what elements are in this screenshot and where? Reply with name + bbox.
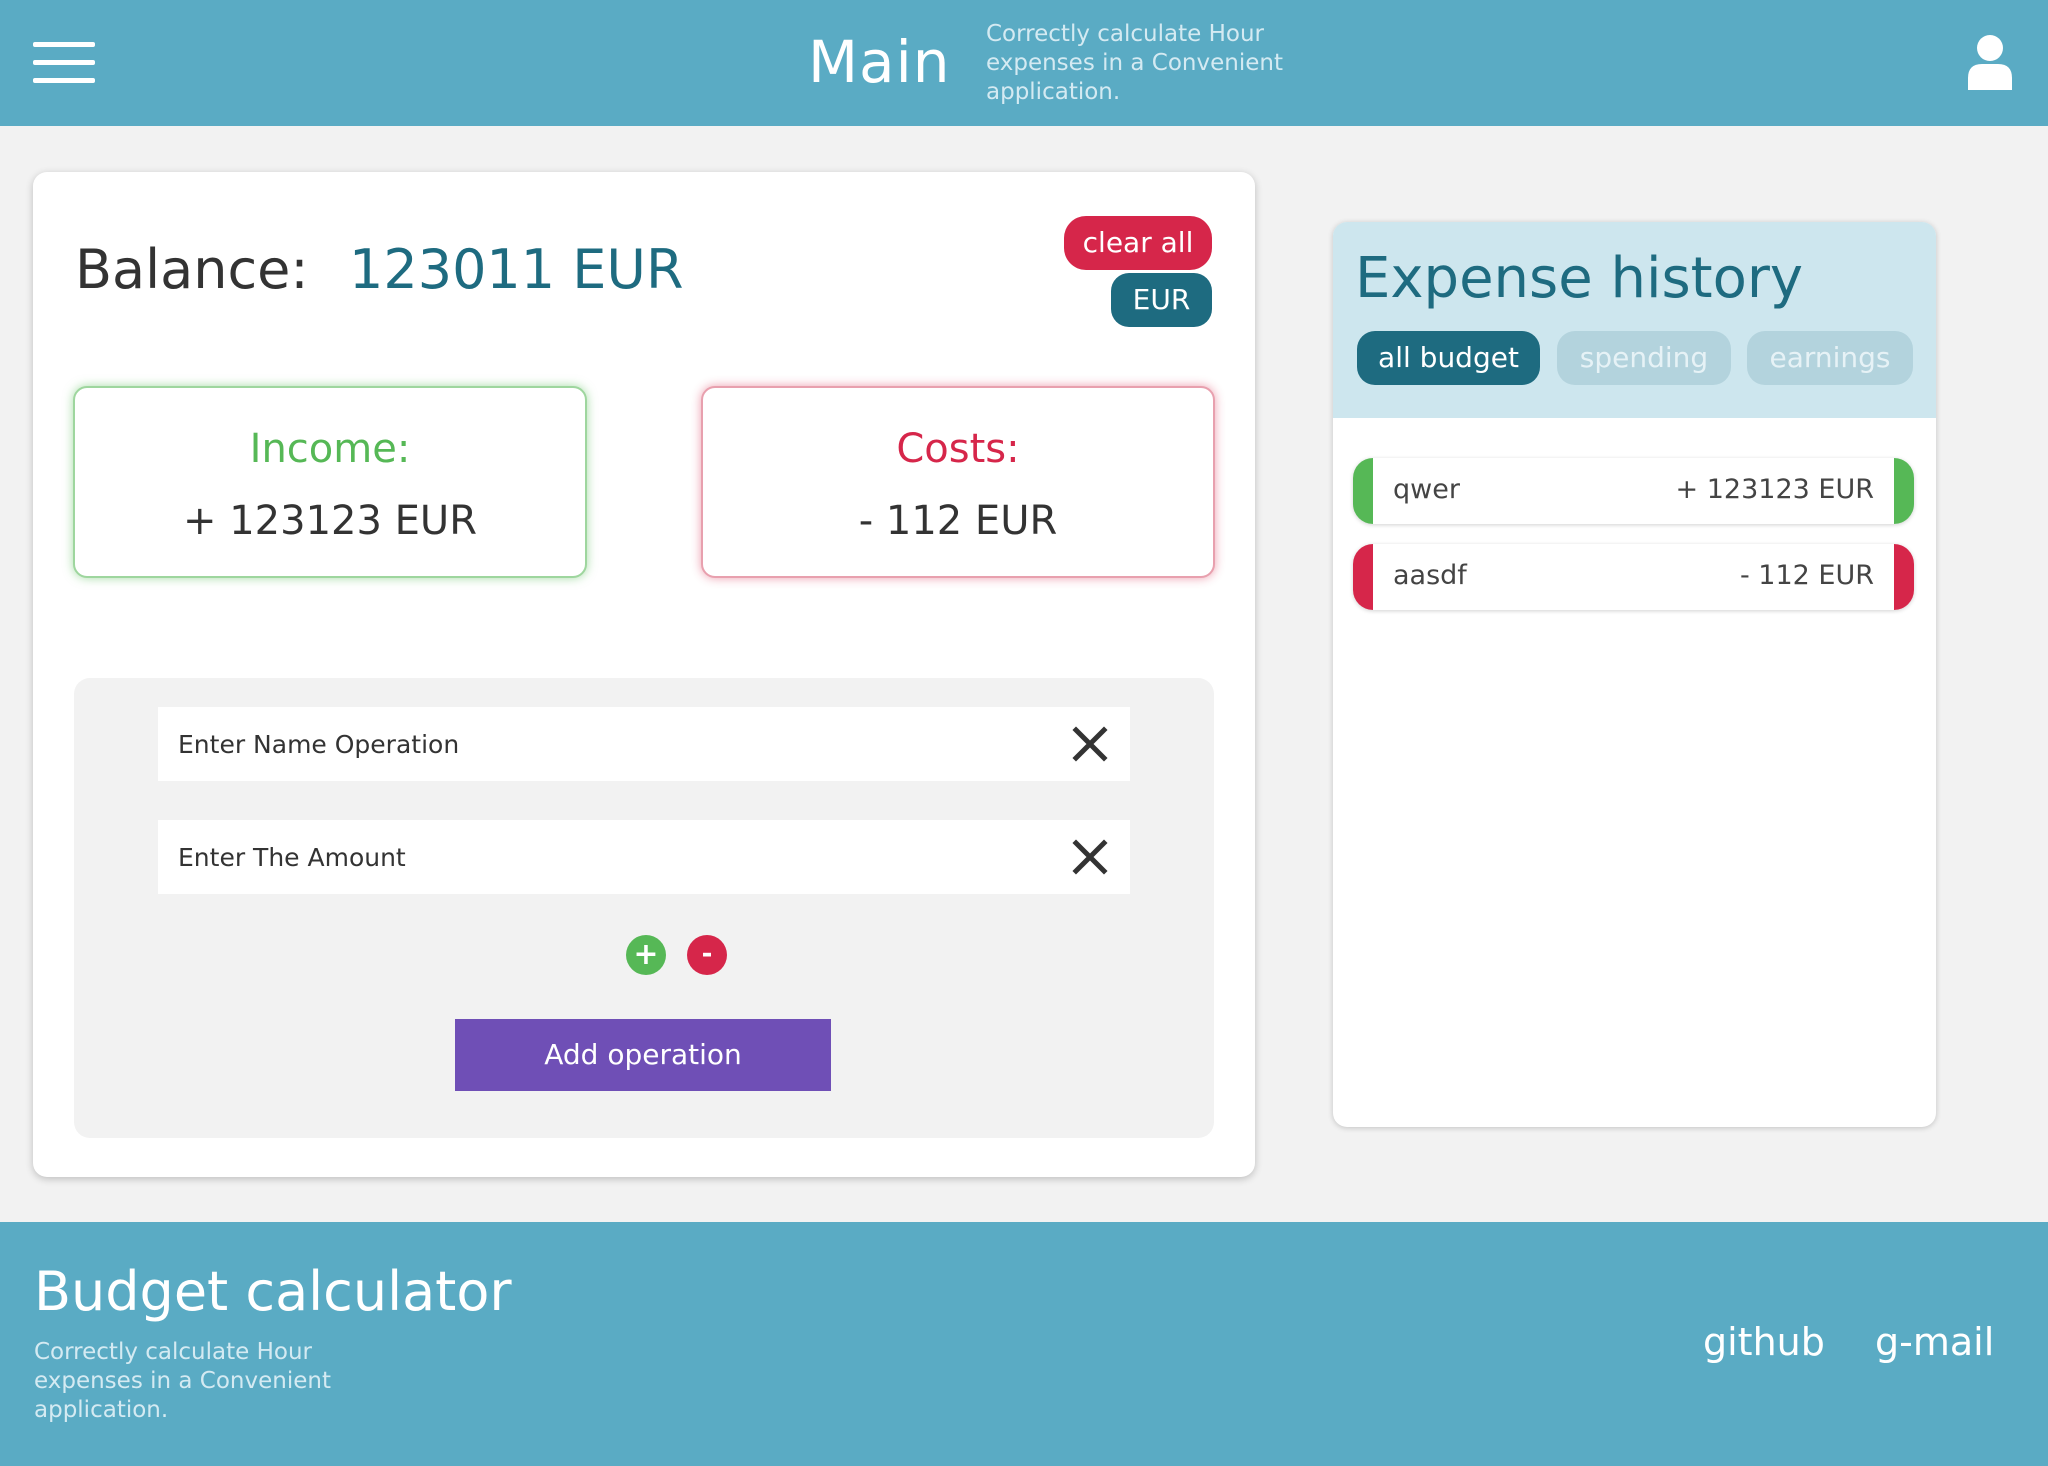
operation-form: + - Add operation [74,678,1214,1138]
history-item-amount: - 112 EUR [1739,560,1874,591]
menu-line [33,60,95,65]
footer: Budget calculator Correctly calculate Ho… [0,1222,2048,1466]
history-item[interactable]: aasdf - 112 EUR [1353,544,1914,610]
history-item-name: aasdf [1393,560,1467,591]
income-box: Income: + 123123 EUR [73,386,587,578]
history-item-name: qwer [1393,474,1460,505]
income-sign-button[interactable]: + [626,935,666,975]
income-indicator [1353,458,1373,524]
filter-all-budget[interactable]: all budget [1357,331,1540,385]
hamburger-menu-icon[interactable] [33,40,95,84]
gmail-link[interactable]: g-mail [1875,1320,1994,1364]
balance-label: Balance: [75,238,309,301]
filter-spending[interactable]: spending [1557,331,1731,385]
operation-amount-input[interactable] [158,820,1028,894]
footer-subtitle: Correctly calculate Hour expenses in a C… [34,1339,331,1423]
footer-title: Budget calculator [34,1260,512,1323]
budget-card: Balance: 123011 EUR clear all EUR Income… [33,172,1255,1177]
header-subtitle: Correctly calculate Hour expenses in a C… [986,21,1283,105]
operation-name-input[interactable] [158,707,1028,781]
costs-value: - 112 EUR [858,498,1058,544]
menu-line [33,42,95,47]
add-operation-button[interactable]: Add operation [455,1019,831,1091]
currency-button[interactable]: EUR [1111,273,1212,327]
history-item-amount: + 123123 EUR [1675,474,1874,505]
close-icon[interactable] [1070,837,1110,877]
user-icon[interactable] [1965,34,2015,90]
github-link[interactable]: github [1703,1320,1825,1364]
history-title: Expense history [1355,246,1804,311]
balance-value: 123011 EUR [349,238,684,301]
cost-indicator [1894,544,1914,610]
income-label: Income: [249,426,411,472]
operation-name-field [158,707,1130,781]
menu-line [33,78,95,83]
filter-earnings[interactable]: earnings [1747,331,1913,385]
costs-box: Costs: - 112 EUR [701,386,1215,578]
header: Main Correctly calculate Hour expenses i… [0,0,2048,126]
income-indicator [1894,458,1914,524]
cost-indicator [1353,544,1373,610]
income-value: + 123123 EUR [183,498,477,544]
history-item[interactable]: qwer + 123123 EUR [1353,458,1914,524]
expense-history-card: Expense history all budget spending earn… [1333,222,1936,1127]
operation-amount-field [158,820,1130,894]
clear-all-button[interactable]: clear all [1064,216,1212,270]
close-icon[interactable] [1070,724,1110,764]
costs-label: Costs: [896,426,1020,472]
history-header: Expense history all budget spending earn… [1333,222,1936,418]
page-title: Main [808,28,951,96]
cost-sign-button[interactable]: - [687,935,727,975]
